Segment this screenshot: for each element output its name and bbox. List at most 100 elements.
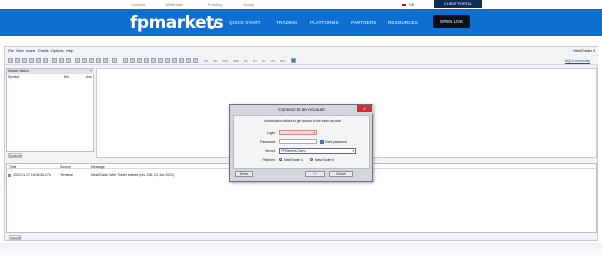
platform-label: MetaTrader 4 — [573, 49, 595, 53]
tf-d1[interactable]: D1 — [262, 59, 266, 63]
column-ask[interactable]: Ask — [86, 75, 92, 79]
server-select[interactable]: FPMarkets-Demo ▾ — [279, 148, 356, 154]
zoom-out-icon[interactable] — [82, 58, 87, 63]
funding-link[interactable]: Funding — [208, 2, 222, 7]
terminal-toolbar: M1 M5 M15 M30 H1 H4 D1 W1 MN MQL5 commun… — [5, 56, 598, 65]
chart-bar-icon[interactable] — [52, 58, 57, 63]
autoscroll-icon[interactable] — [96, 58, 101, 63]
password-field[interactable] — [279, 139, 317, 144]
mql5-community-link[interactable]: MQL5 community — [565, 59, 590, 63]
market-watch-title: Market Watch — [7, 69, 94, 74]
save-password-label: Save password — [325, 140, 347, 144]
arrows-icon[interactable] — [186, 58, 191, 63]
menu-charts[interactable]: Charts — [38, 49, 49, 53]
profiles-icon[interactable] — [15, 58, 20, 63]
nav-resources[interactable]: RESOURCES — [388, 20, 418, 25]
dialog-close-button[interactable]: x — [357, 105, 372, 112]
terminal-menubar: File View Insert Charts Options Help Met… — [5, 47, 598, 55]
log-entry-icon — [8, 173, 11, 177]
menu-file[interactable]: File — [8, 49, 14, 53]
tf-mn[interactable]: MN — [280, 59, 285, 63]
demo-button[interactable]: Demo — [235, 171, 253, 177]
text-icon[interactable] — [172, 58, 177, 63]
server-label: Server: — [265, 149, 276, 153]
log-source: Terminal — [60, 173, 73, 177]
dialog-message: Authorization allows to get access to th… — [263, 119, 342, 123]
platform-label: Platform: — [262, 158, 276, 162]
platform-mt4-radio[interactable] — [279, 158, 283, 162]
menu-insert[interactable]: Insert — [26, 49, 35, 53]
page-footer-fade — [0, 243, 602, 259]
menu-help[interactable]: Help — [66, 49, 73, 53]
open-live-button[interactable]: OPEN LIVE — [433, 15, 470, 28]
utility-bar: Contact Webtrader Funding Group UK CLIEN… — [0, 0, 602, 9]
tf-m15[interactable]: M15 — [222, 59, 228, 63]
column-symbol[interactable]: Symbol — [8, 75, 19, 79]
crosshair-icon[interactable] — [130, 58, 135, 63]
column-bid[interactable]: Bid — [64, 75, 69, 79]
client-portal-button[interactable]: CLIENT PORTAL — [434, 0, 482, 8]
main-navigation: fpmarkets QUICK START TRADING PLATFORMS … — [0, 9, 602, 36]
menu-view[interactable]: View — [16, 49, 24, 53]
chart-candle-icon[interactable] — [59, 58, 64, 63]
zoom-in-icon[interactable] — [75, 58, 80, 63]
terminal-icon[interactable] — [36, 58, 41, 63]
tf-m30[interactable]: M30 — [233, 59, 239, 63]
nav-quick-start[interactable]: QUICK START — [229, 20, 261, 25]
column-time[interactable]: Time — [9, 165, 16, 169]
uk-flag-icon[interactable] — [401, 2, 407, 7]
close-icon[interactable]: × — [90, 69, 92, 74]
password-label: Password: — [260, 140, 276, 144]
dialog-title: Connect to an Account — [230, 105, 373, 114]
indicators-icon[interactable] — [112, 58, 117, 63]
grid-icon[interactable] — [89, 58, 94, 63]
column-message[interactable]: Message — [91, 165, 105, 169]
label-icon[interactable] — [179, 58, 184, 63]
nav-trading[interactable]: TRADING — [276, 20, 297, 25]
history-icon[interactable] — [43, 58, 48, 63]
market-watch-icon[interactable] — [22, 58, 27, 63]
vertical-line-icon[interactable] — [137, 58, 142, 63]
horizontal-line-icon[interactable] — [144, 58, 149, 63]
market-watch-panel: Market Watch × Symbol Bid Ask — [6, 68, 94, 152]
platform-mt5-label: MetaTrader 5 — [315, 158, 335, 162]
fibonacci-icon[interactable] — [165, 58, 170, 63]
group-link[interactable]: Group — [243, 2, 254, 7]
periods-icon[interactable] — [193, 58, 198, 63]
nav-partners[interactable]: PARTNERS — [351, 20, 376, 25]
dialog-body: Authorization allows to get access to th… — [233, 115, 370, 169]
login-field[interactable]: ▾ — [279, 130, 317, 135]
templates-icon[interactable] — [291, 58, 296, 63]
tf-m5[interactable]: M5 — [213, 59, 217, 63]
new-order-icon[interactable] — [8, 58, 13, 63]
tab-symbols[interactable]: Symbols — [8, 153, 22, 158]
chevron-down-icon[interactable]: ▾ — [352, 149, 354, 155]
chart-line-icon[interactable] — [66, 58, 71, 63]
contact-link[interactable]: Contact — [131, 2, 145, 7]
chart-shift-icon[interactable] — [103, 58, 108, 63]
tf-w1[interactable]: W1 — [271, 59, 276, 63]
channel-icon[interactable] — [158, 58, 163, 63]
trendline-icon[interactable] — [151, 58, 156, 63]
language-selector[interactable]: UK — [409, 2, 415, 7]
server-value: FPMarkets-Demo — [281, 149, 306, 153]
connect-account-dialog: Connect to an Account x Authorization al… — [229, 104, 373, 182]
nav-platforms[interactable]: PLATFORMS — [310, 20, 339, 25]
platform-mt4-label: MetaTrader 4 — [284, 158, 304, 162]
webtrader-link[interactable]: Webtrader — [165, 2, 184, 7]
tf-m1[interactable]: M1 — [204, 59, 208, 63]
cursor-icon[interactable] — [123, 58, 128, 63]
platform-mt5-radio[interactable] — [310, 158, 314, 162]
tf-h4[interactable]: H4 — [253, 59, 257, 63]
navigator-icon[interactable] — [29, 58, 34, 63]
log-message: MetaTrader Web Trader started (rev. 236,… — [91, 173, 175, 177]
cancel-button[interactable]: Cancel — [329, 171, 353, 177]
column-source[interactable]: Source — [60, 165, 71, 169]
login-label: Login: — [266, 131, 276, 135]
tab-journal[interactable]: Journal — [9, 235, 21, 240]
save-password-checkbox[interactable] — [320, 140, 324, 144]
menu-options[interactable]: Options — [51, 49, 63, 53]
chevron-down-icon[interactable]: ▾ — [313, 131, 315, 136]
ok-button[interactable]: OK — [305, 171, 325, 177]
tf-h1[interactable]: H1 — [244, 59, 248, 63]
